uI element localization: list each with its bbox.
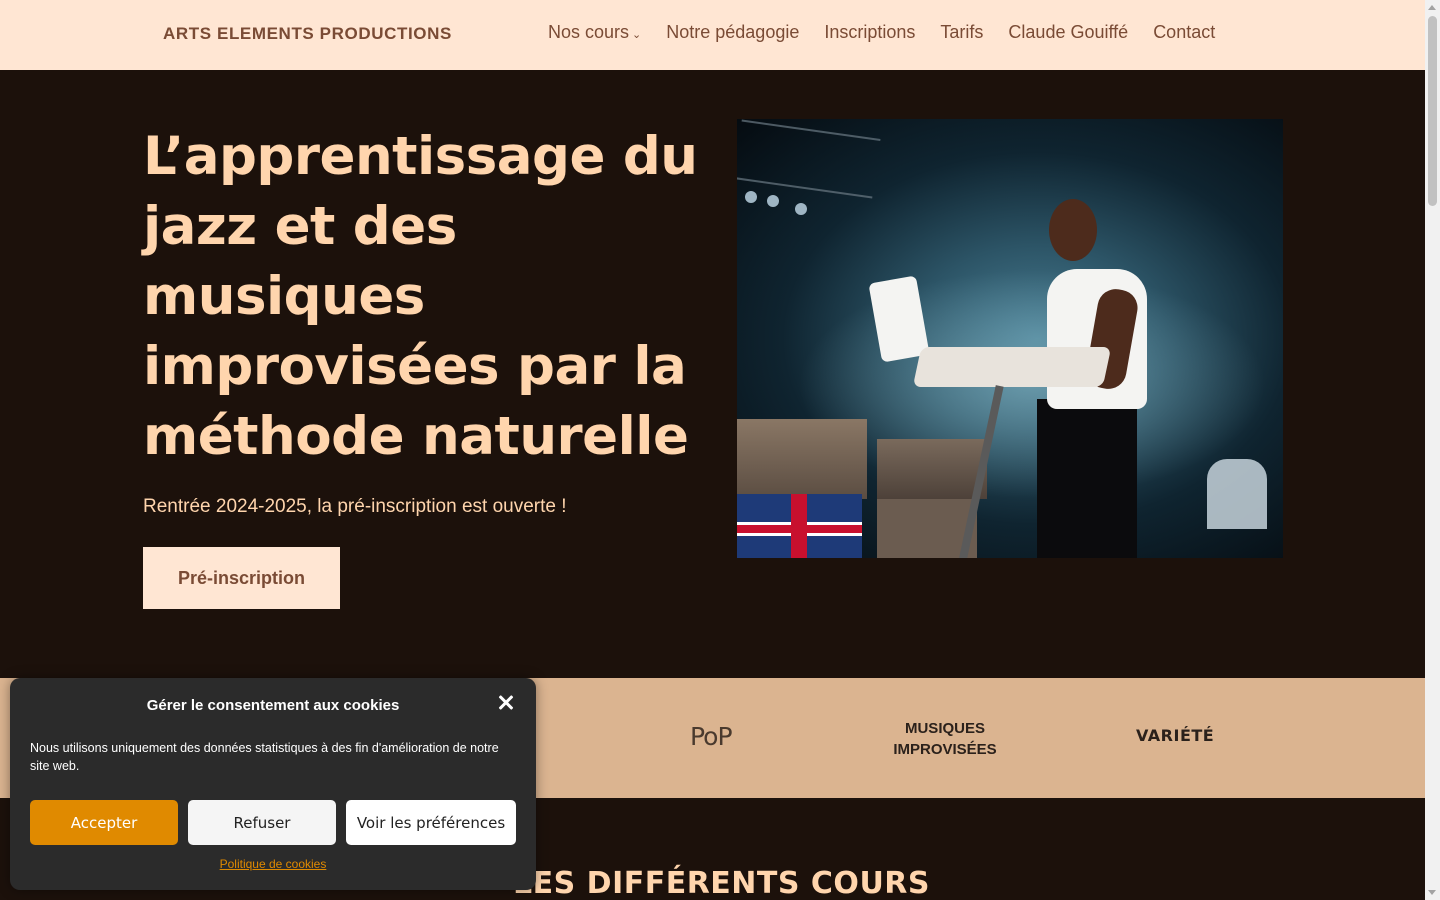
scrollbar-thumb[interactable] [1428,16,1437,206]
photo-stage-light [745,191,757,203]
scroll-down-arrow-icon[interactable] [1428,890,1436,895]
cookie-consent-banner: Gérer le consentement aux cookies Nous u… [10,678,536,890]
photo-stage-light [795,203,807,215]
hero-title: L’apprentissage du jazz et des musiques … [143,126,698,467]
site-brand[interactable]: ARTS ELEMENTS PRODUCTIONS [163,24,452,44]
scroll-up-arrow-icon[interactable] [1428,5,1436,10]
photo-musician-head [1049,199,1097,261]
hero-subtitle: Rentrée 2024-2025, la pré-inscription es… [143,496,567,517]
photo-union-jack [737,494,862,558]
nav-item-contact[interactable]: Contact [1153,22,1215,43]
chevron-down-icon: ⌄ [632,28,642,41]
main-nav: Nos cours ⌄ Notre pédagogie Inscriptions… [548,22,1215,43]
cookie-policy-link[interactable]: Politique de cookies [10,857,536,871]
nav-item-pedagogie[interactable]: Notre pédagogie [666,22,799,43]
genre-logo-musiques-improvisees: MUSIQUES IMPROVISÉES [893,720,997,758]
nav-item-claude-gouiffe[interactable]: Claude Gouiffé [1008,22,1128,43]
pre-inscription-button[interactable]: Pré-inscription [143,547,340,609]
site-header: ARTS ELEMENTS PRODUCTIONS Nos cours ⌄ No… [0,0,1425,70]
photo-audience-member [1207,459,1267,529]
photo-amplifier [737,419,867,499]
nav-item-label: Nos cours [548,22,630,42]
section-title-cours: LES DIFFÉRENTS COURS [513,866,931,900]
photo-stage-light [767,195,779,207]
refuse-cookies-button[interactable]: Refuser [188,800,336,845]
view-preferences-button[interactable]: Voir les préférences [346,800,516,845]
photo-stage-truss [737,119,881,199]
photo-amplifier [877,439,987,499]
close-icon[interactable] [496,693,516,713]
genre-logo-pop: PoP [690,722,733,751]
cookie-banner-title: Gérer le consentement aux cookies [146,697,400,714]
nav-item-inscriptions[interactable]: Inscriptions [824,22,915,43]
accept-cookies-button[interactable]: Accepter [30,800,178,845]
page-scrollbar[interactable] [1425,0,1440,900]
genre-logo-variete: VARIÉTÉ [1136,726,1215,745]
photo-musician-legs [1037,399,1137,558]
nav-item-nos-cours[interactable]: Nos cours ⌄ [548,22,641,43]
hero-photo-musician-keyboard [737,119,1283,558]
nav-item-tarifs[interactable]: Tarifs [940,22,983,43]
cookie-banner-text: Nous utilisons uniquement des données st… [30,741,499,773]
photo-keyboard [912,347,1112,387]
